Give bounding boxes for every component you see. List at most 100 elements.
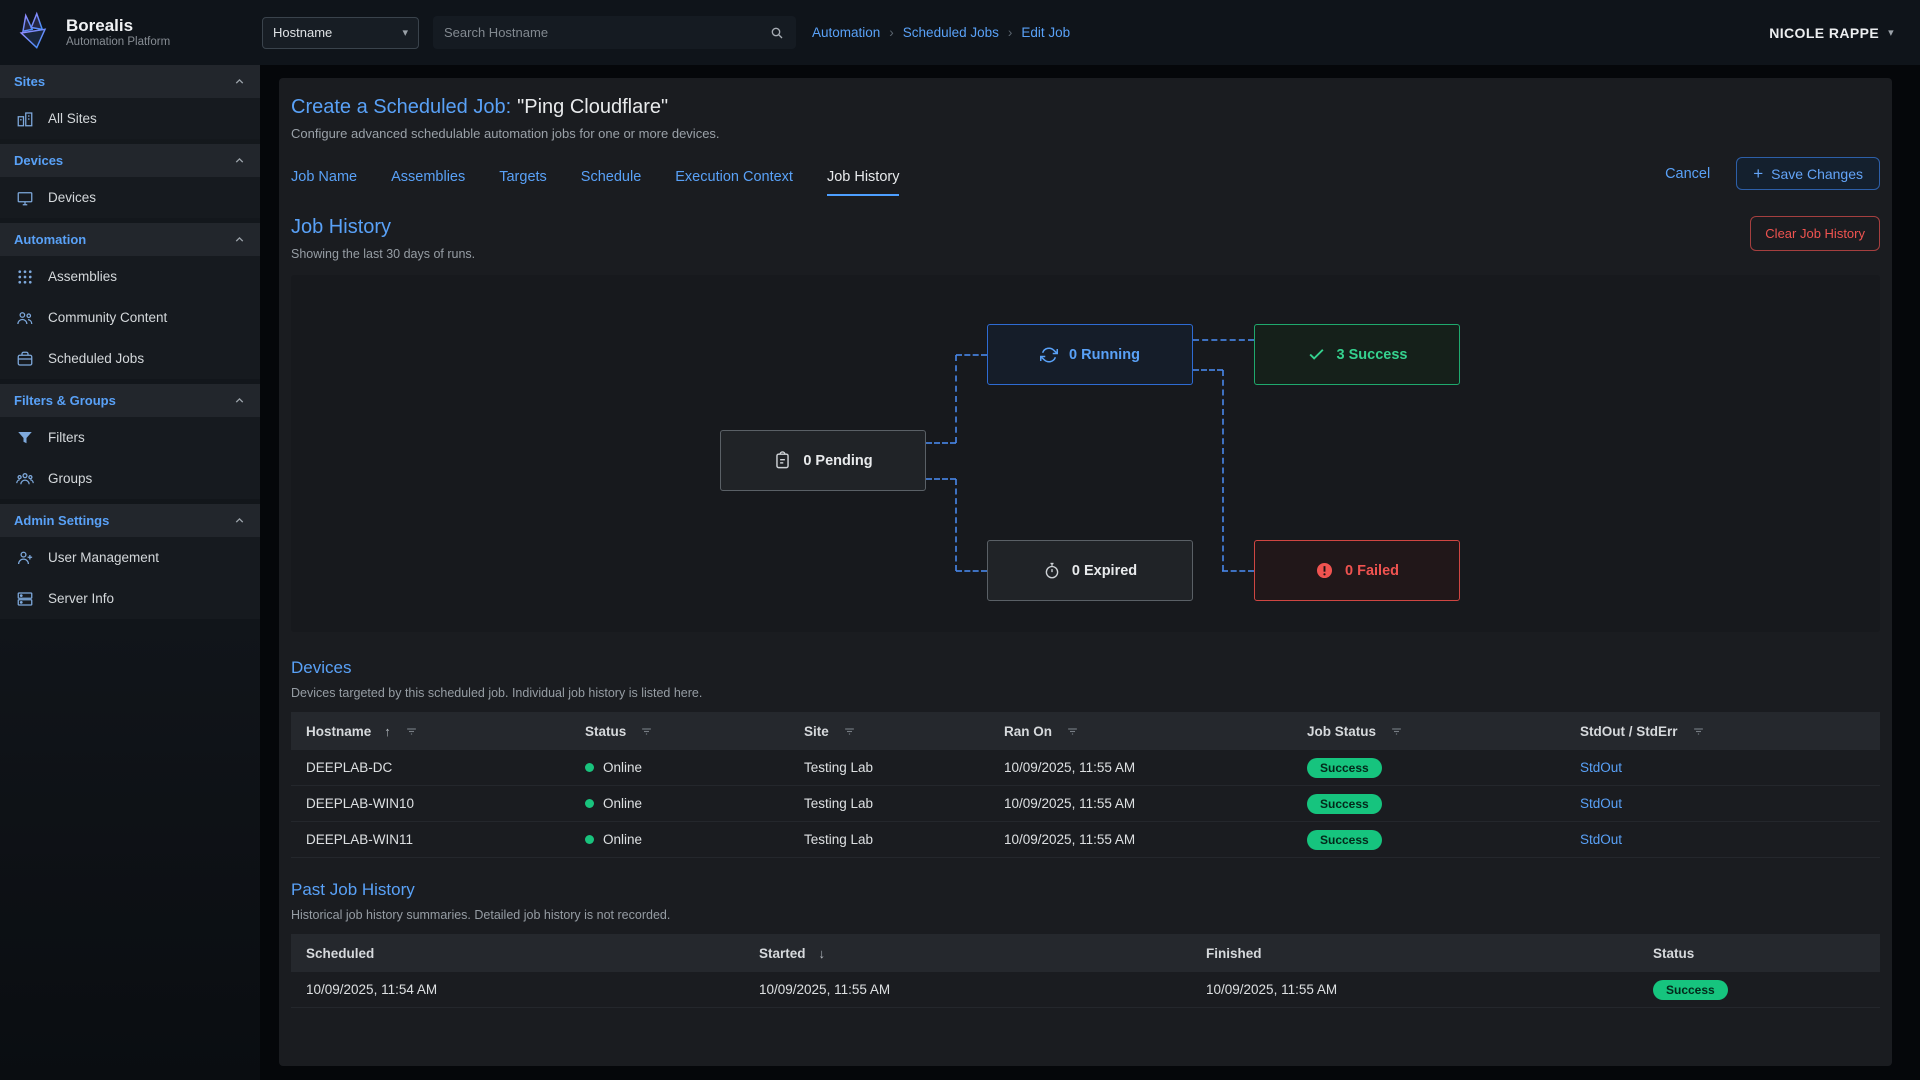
column-header-hostname[interactable]: Hostname ↑ bbox=[291, 724, 570, 739]
column-header-job-status[interactable]: Job Status bbox=[1292, 724, 1565, 739]
job-status-flow-chart: 0 Pending 0 Running 3 Success bbox=[291, 275, 1880, 632]
filter-icon[interactable] bbox=[1691, 724, 1706, 739]
cell-ran-on: 10/09/2025, 11:55 AM bbox=[989, 796, 1292, 811]
page-title-job-name: "Ping Cloudflare" bbox=[517, 96, 668, 118]
devices-table: Hostname ↑ Status Site bbox=[291, 712, 1880, 858]
cell-hostname: DEEPLAB-WIN11 bbox=[291, 832, 570, 847]
hostname-select[interactable]: Hostname ▾ bbox=[262, 17, 419, 49]
brand-name: Borealis bbox=[66, 17, 170, 34]
column-header-ran-on[interactable]: Ran On bbox=[989, 724, 1292, 739]
cell-status: Online bbox=[570, 760, 789, 775]
save-changes-button[interactable]: + Save Changes bbox=[1736, 157, 1880, 190]
hostname-select-value: Hostname bbox=[273, 25, 332, 40]
sidebar-section-automation[interactable]: Automation bbox=[0, 223, 260, 256]
section-label: Filters & Groups bbox=[14, 393, 116, 408]
connector-line bbox=[956, 570, 987, 572]
chevron-up-icon bbox=[233, 514, 246, 527]
breadcrumb-link-edit-job[interactable]: Edit Job bbox=[1021, 25, 1070, 40]
table-row: DEEPLAB-WIN10 Online Testing Lab 10/09/2… bbox=[291, 786, 1880, 822]
column-header-finished[interactable]: Finished bbox=[1191, 946, 1638, 961]
cell-finished: 10/09/2025, 11:55 AM bbox=[1191, 982, 1638, 997]
sidebar-item-scheduled-jobs[interactable]: Scheduled Jobs bbox=[0, 338, 260, 379]
sidebar-section-filters-groups[interactable]: Filters & Groups bbox=[0, 384, 260, 417]
status-label: Online bbox=[603, 832, 642, 847]
chevron-up-icon bbox=[233, 154, 246, 167]
column-header-status[interactable]: Status bbox=[570, 724, 789, 739]
past-job-history-heading: Past Job History bbox=[291, 880, 1880, 900]
column-label: Ran On bbox=[1004, 724, 1052, 739]
breadcrumb-link-scheduled-jobs[interactable]: Scheduled Jobs bbox=[903, 25, 999, 40]
section-label: Admin Settings bbox=[14, 513, 109, 528]
flow-box-label: 0 Pending bbox=[803, 453, 872, 469]
column-label: Scheduled bbox=[306, 946, 374, 961]
online-status-dot bbox=[585, 799, 594, 808]
tab-job-history[interactable]: Job History bbox=[827, 169, 900, 196]
user-menu[interactable]: NICOLE RAPPE ▾ bbox=[1769, 25, 1894, 41]
stdout-link[interactable]: StdOut bbox=[1580, 796, 1622, 811]
flow-box-success[interactable]: 3 Success bbox=[1254, 324, 1460, 385]
sidebar-item-label: User Management bbox=[48, 550, 159, 565]
brand[interactable]: Borealis Automation Platform bbox=[0, 0, 260, 65]
job-history-subheading: Showing the last 30 days of runs. bbox=[291, 247, 475, 261]
sidebar-item-filters[interactable]: Filters bbox=[0, 417, 260, 458]
column-label: StdOut / StdErr bbox=[1580, 724, 1678, 739]
flow-box-expired[interactable]: 0 Expired bbox=[987, 540, 1193, 601]
sidebar-item-devices[interactable]: Devices bbox=[0, 177, 260, 218]
chevron-up-icon bbox=[233, 394, 246, 407]
breadcrumb-link-automation[interactable]: Automation bbox=[812, 25, 880, 40]
sidebar-section-sites[interactable]: Sites bbox=[0, 65, 260, 98]
column-header-stdout-stderr[interactable]: StdOut / StdErr bbox=[1565, 724, 1880, 739]
error-icon bbox=[1315, 561, 1334, 580]
check-icon bbox=[1307, 345, 1326, 364]
column-label: Started bbox=[759, 946, 806, 961]
sidebar-item-label: Devices bbox=[48, 190, 96, 205]
sidebar-section-admin-settings[interactable]: Admin Settings bbox=[0, 504, 260, 537]
filter-icon[interactable] bbox=[1389, 724, 1404, 739]
flow-box-failed[interactable]: 0 Failed bbox=[1254, 540, 1460, 601]
filter-icon[interactable] bbox=[1065, 724, 1080, 739]
filter-icon[interactable] bbox=[842, 724, 857, 739]
page-title-prefix: Create a Scheduled Job: bbox=[291, 96, 511, 118]
sidebar-item-community-content[interactable]: Community Content bbox=[0, 297, 260, 338]
section-label: Automation bbox=[14, 232, 86, 247]
expired-clock-icon bbox=[1043, 562, 1061, 580]
sidebar-item-assemblies[interactable]: Assemblies bbox=[0, 256, 260, 297]
search-box[interactable] bbox=[433, 16, 796, 49]
page-subtitle: Configure advanced schedulable automatio… bbox=[291, 126, 1880, 141]
filter-icon[interactable] bbox=[404, 724, 419, 739]
column-label: Status bbox=[585, 724, 626, 739]
clear-job-history-button[interactable]: Clear Job History bbox=[1750, 216, 1880, 251]
connector-line bbox=[926, 442, 956, 444]
tab-assemblies[interactable]: Assemblies bbox=[391, 169, 465, 196]
filter-icon[interactable] bbox=[639, 724, 654, 739]
sidebar-item-label: Server Info bbox=[48, 591, 114, 606]
tab-execution-context[interactable]: Execution Context bbox=[675, 169, 793, 196]
column-header-started[interactable]: Started ↓ bbox=[744, 946, 1191, 961]
flow-box-label: 0 Running bbox=[1069, 347, 1140, 363]
search-input[interactable] bbox=[444, 25, 769, 40]
connector-line bbox=[956, 354, 987, 356]
column-header-status[interactable]: Status bbox=[1638, 946, 1880, 961]
sidebar-item-server-info[interactable]: Server Info bbox=[0, 578, 260, 619]
connector-line bbox=[1193, 369, 1223, 371]
sidebar-section-devices[interactable]: Devices bbox=[0, 144, 260, 177]
tab-job-name[interactable]: Job Name bbox=[291, 169, 357, 196]
flow-box-running[interactable]: 0 Running bbox=[987, 324, 1193, 385]
flow-box-pending[interactable]: 0 Pending bbox=[720, 430, 926, 491]
stdout-link[interactable]: StdOut bbox=[1580, 760, 1622, 775]
sidebar-item-user-management[interactable]: User Management bbox=[0, 537, 260, 578]
sidebar-item-groups[interactable]: Groups bbox=[0, 458, 260, 499]
cell-status: Online bbox=[570, 832, 789, 847]
sidebar-item-all-sites[interactable]: All Sites bbox=[0, 98, 260, 139]
devices-subheading: Devices targeted by this scheduled job. … bbox=[291, 686, 1880, 700]
column-header-site[interactable]: Site bbox=[789, 724, 989, 739]
cancel-button[interactable]: Cancel bbox=[1665, 166, 1710, 182]
tab-bar: Job Name Assemblies Targets Schedule Exe… bbox=[291, 157, 1880, 196]
column-header-scheduled[interactable]: Scheduled bbox=[291, 946, 744, 961]
stdout-link[interactable]: StdOut bbox=[1580, 832, 1622, 847]
tab-targets[interactable]: Targets bbox=[499, 169, 547, 196]
tab-schedule[interactable]: Schedule bbox=[581, 169, 641, 196]
table-row: DEEPLAB-DC Online Testing Lab 10/09/2025… bbox=[291, 750, 1880, 786]
cell-status: Online bbox=[570, 796, 789, 811]
devices-table-header: Hostname ↑ Status Site bbox=[291, 712, 1880, 750]
